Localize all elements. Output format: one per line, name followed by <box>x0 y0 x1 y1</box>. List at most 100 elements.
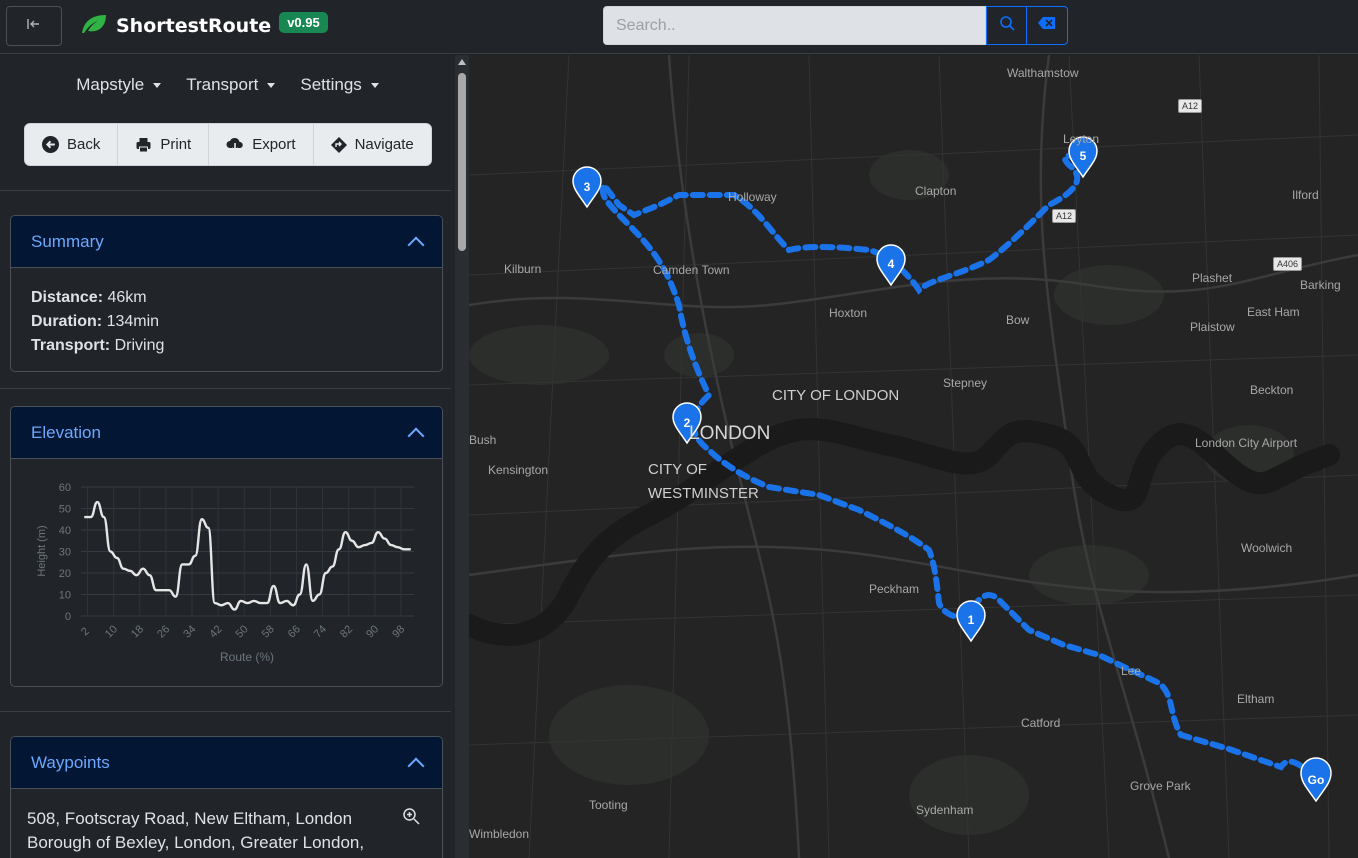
x-tick-label: 82 <box>338 623 355 640</box>
app-name: ShortestRoute <box>116 15 272 37</box>
waypoints-card: Waypoints 508, Footscray Road, New Eltha… <box>10 736 443 858</box>
y-tick-label: 10 <box>59 590 71 602</box>
y-tick-label: 20 <box>59 568 71 580</box>
divider <box>0 190 451 191</box>
elevation-chart: 0102030405060 2 10 18 26 34 42 50 58 66 74 82 90 98 … <box>36 482 414 664</box>
road-shield: A12 <box>1178 99 1203 113</box>
search-button[interactable] <box>986 6 1027 45</box>
collapse-sidebar-button[interactable] <box>6 6 62 46</box>
distance-row: Distance: 46km <box>31 289 147 306</box>
chart-ylabel: Height (m) <box>36 525 48 576</box>
elevation-title: Elevation <box>31 422 101 442</box>
sidebar-scrollbar[interactable] <box>455 55 469 858</box>
backspace-icon <box>1038 16 1056 35</box>
map-label: Bush <box>469 433 497 447</box>
road-shield: A12 <box>1052 209 1077 223</box>
summary-body: Distance: 46km Duration: 134min Transpor… <box>11 268 442 368</box>
chevron-up-icon[interactable] <box>407 236 425 253</box>
printer-icon <box>136 137 151 152</box>
map-label: Woolwich <box>1241 541 1293 555</box>
divider <box>0 388 451 389</box>
x-tick-label: 2 <box>79 625 92 638</box>
waypoints-title: Waypoints <box>31 752 110 772</box>
print-button[interactable]: Print <box>118 124 210 165</box>
chevron-up-icon[interactable] <box>407 757 425 774</box>
summary-card: Summary Distance: 46km Duration: 134min … <box>10 215 443 372</box>
map-label: Walthamstow <box>1007 66 1079 80</box>
chevron-up-icon[interactable] <box>407 427 425 444</box>
summary-title: Summary <box>31 231 104 251</box>
waypoints-header[interactable]: Waypoints <box>11 737 442 789</box>
brand[interactable]: ShortestRoute v0.95 <box>80 10 328 42</box>
y-tick-label: 50 <box>59 504 71 516</box>
back-arrow-icon <box>42 136 59 153</box>
map-label: Lee <box>1121 664 1142 678</box>
x-tick-label: 90 <box>364 623 381 640</box>
menu-mapstyle[interactable]: Mapstyle <box>76 75 162 95</box>
road-shield: A406 <box>1273 257 1303 271</box>
menu-settings[interactable]: Settings <box>300 75 379 95</box>
x-tick-label: 74 <box>312 623 329 640</box>
waypoint-marker-4[interactable]: 4 <box>876 244 906 287</box>
elevation-series-line <box>84 500 411 611</box>
svg-text:Go: Go <box>1308 773 1325 787</box>
map-label: Tooting <box>589 798 628 812</box>
chart-xlabel: Route (%) <box>220 650 274 664</box>
map-label: Leyton <box>1063 132 1100 146</box>
map-view[interactable]: 3 2 4 5 1 Go Walthamstow Leyton Ilford H… <box>469 55 1358 858</box>
waypoint-marker-1[interactable]: 1 <box>956 600 986 643</box>
map-label: Plashet <box>1192 271 1233 285</box>
map-label: Camden Town <box>653 263 730 277</box>
map-label: CITY OF <box>648 461 707 478</box>
divider <box>0 711 451 712</box>
map-label: Clapton <box>915 184 957 198</box>
summary-header[interactable]: Summary <box>11 216 442 268</box>
x-tick-label: 50 <box>234 623 251 640</box>
scroll-thumb[interactable] <box>458 73 466 251</box>
search-input[interactable] <box>603 6 986 45</box>
caret-down-icon <box>267 82 276 88</box>
elevation-header[interactable]: Elevation <box>11 407 442 459</box>
map-label: Hoxton <box>829 306 868 320</box>
navigate-button[interactable]: Navigate <box>314 124 431 165</box>
map-label: London City Airport <box>1195 436 1298 450</box>
duration-row: Duration: 134min <box>31 313 160 330</box>
elevation-card: Elevation 0 10 20 30 40 50 60 2 10 18 26 34 42 50 58 6… <box>10 406 443 687</box>
map-label: Stepney <box>943 376 988 390</box>
x-tick-label: 26 <box>155 623 172 640</box>
caret-down-icon <box>370 82 379 88</box>
map-label: Sydenham <box>916 803 974 817</box>
map-label: East Ham <box>1247 305 1300 319</box>
back-button[interactable]: Back <box>25 124 119 165</box>
map-label: CITY OF LONDON <box>772 387 900 404</box>
transport-row: Transport: Driving <box>31 337 165 354</box>
y-tick-label: 0 <box>65 611 71 623</box>
export-button[interactable]: Export <box>209 124 314 165</box>
menu-transport[interactable]: Transport <box>186 75 276 95</box>
map-label: Catford <box>1021 716 1061 730</box>
clear-search-button[interactable] <box>1027 6 1068 45</box>
search-icon <box>999 15 1015 36</box>
x-tick-label: 98 <box>390 623 407 640</box>
start-marker-go[interactable]: Go <box>1300 757 1332 803</box>
collapse-sidebar-icon <box>27 17 41 35</box>
svg-text:3: 3 <box>584 180 591 194</box>
waypoint-address: 508, Footscray Road, New Eltham, London … <box>27 809 365 852</box>
map-label: LONDON <box>689 423 771 444</box>
waypoint-marker-3[interactable]: 3 <box>572 166 602 209</box>
map-label: Kilburn <box>504 262 542 276</box>
distance-value: 46km <box>107 289 147 306</box>
map-label: Kensington <box>488 463 549 477</box>
x-tick-label: 18 <box>129 623 146 640</box>
scroll-up-arrow-icon[interactable] <box>458 59 466 65</box>
zoom-in-icon[interactable] <box>402 807 420 830</box>
y-tick-label: 40 <box>59 525 71 537</box>
map-label: Bow <box>1006 313 1030 327</box>
x-tick-label: 10 <box>103 623 120 640</box>
svg-text:1: 1 <box>968 613 975 627</box>
duration-value: 134min <box>106 313 160 330</box>
map-canvas[interactable]: 3 2 4 5 1 Go <box>469 55 1358 858</box>
map-label: Eltham <box>1237 692 1275 706</box>
leaf-logo-icon <box>80 13 108 40</box>
svg-text:4: 4 <box>888 257 895 271</box>
